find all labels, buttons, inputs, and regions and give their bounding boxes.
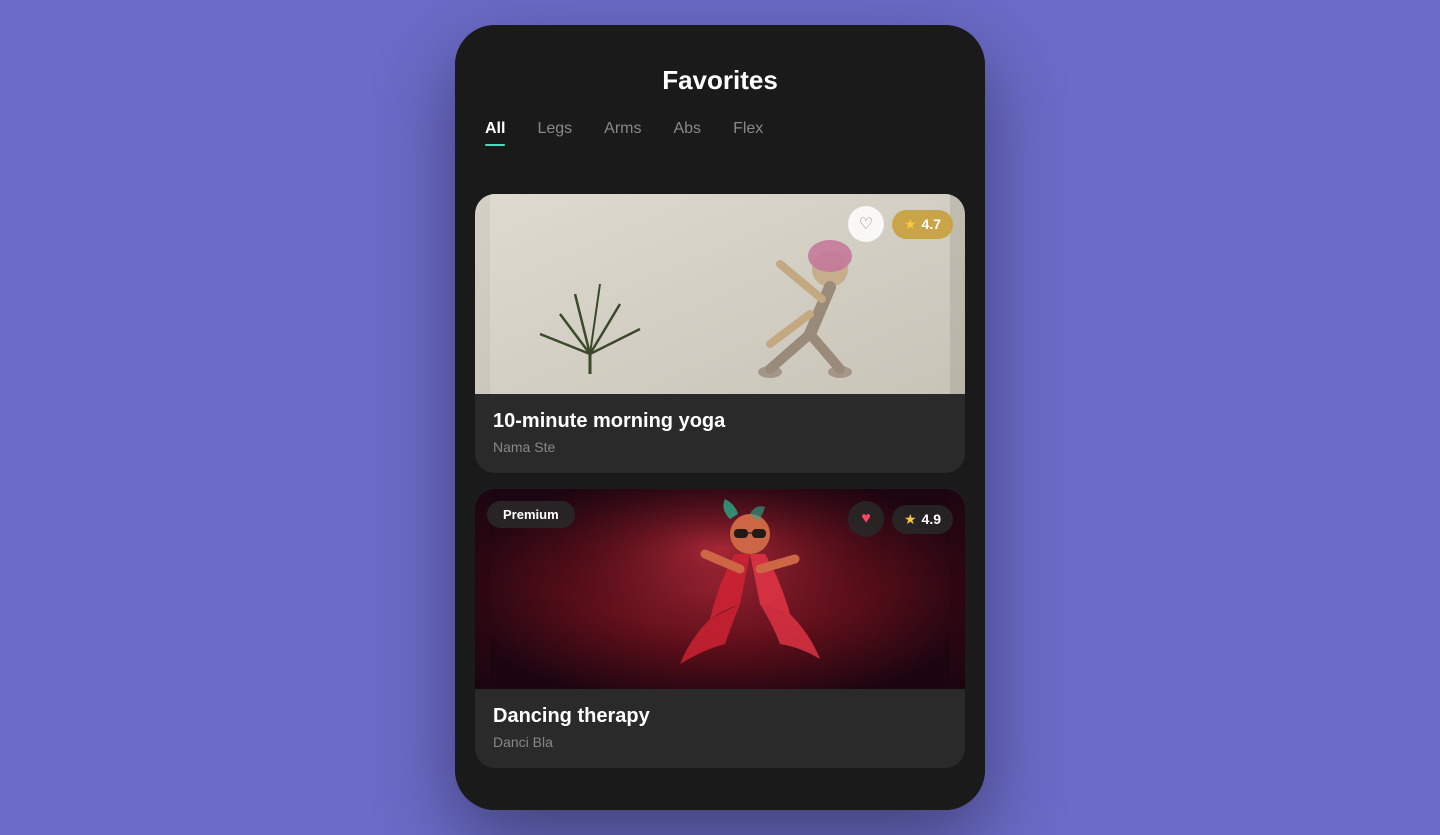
phone-container: Favorites All Legs Arms Abs Flex [455, 25, 985, 810]
dance-rating-value: 4.9 [922, 511, 941, 527]
card-dance-info: Dancing therapy Danci Bla [475, 689, 965, 768]
dance-title: Dancing therapy [493, 705, 947, 728]
dance-heart-icon: ♥ [861, 510, 871, 528]
content-area: ♡ ★ 4.7 10-minute morning yoga Nama Ste [455, 178, 985, 810]
tab-all[interactable]: All [485, 120, 505, 146]
tab-legs[interactable]: Legs [537, 120, 572, 146]
tab-flex[interactable]: Flex [733, 120, 763, 146]
card-yoga[interactable]: ♡ ★ 4.7 10-minute morning yoga Nama Ste [475, 194, 965, 473]
card-yoga-actions: ♡ ★ 4.7 [848, 206, 953, 242]
card-dance-image: Premium ♥ ★ 4.9 [475, 489, 965, 689]
yoga-subtitle: Nama Ste [493, 439, 947, 455]
card-dance[interactable]: Premium ♥ ★ 4.9 Dancing therapy Danci Bl… [475, 489, 965, 768]
tab-arms[interactable]: Arms [604, 120, 641, 146]
yoga-title: 10-minute morning yoga [493, 410, 947, 433]
header: Favorites All Legs Arms Abs Flex [455, 25, 985, 178]
card-dance-actions: ♥ ★ 4.9 [848, 501, 953, 537]
tabs-row: All Legs Arms Abs Flex [485, 120, 955, 158]
premium-badge: Premium [487, 501, 575, 528]
yoga-star-icon: ★ [904, 216, 917, 233]
dance-subtitle: Danci Bla [493, 734, 947, 750]
card-yoga-info: 10-minute morning yoga Nama Ste [475, 394, 965, 473]
dance-star-icon: ★ [904, 511, 917, 528]
dance-heart-button[interactable]: ♥ [848, 501, 884, 537]
dance-rating-badge[interactable]: ★ 4.9 [892, 505, 953, 534]
yoga-rating-badge[interactable]: ★ 4.7 [892, 210, 953, 239]
yoga-rating-value: 4.7 [922, 216, 941, 232]
card-yoga-image: ♡ ★ 4.7 [475, 194, 965, 394]
page-title: Favorites [485, 65, 955, 96]
yoga-heart-button[interactable]: ♡ [848, 206, 884, 242]
yoga-heart-icon: ♡ [859, 214, 873, 234]
tab-abs[interactable]: Abs [673, 120, 701, 146]
